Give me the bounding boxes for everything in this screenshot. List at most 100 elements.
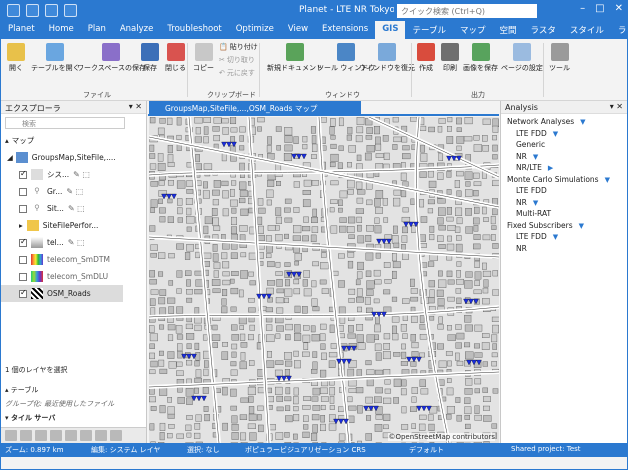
map-canvas[interactable] <box>149 117 499 443</box>
undo-icon[interactable] <box>45 4 58 17</box>
status-zoom[interactable]: ズーム: 0.897 km <box>5 445 64 455</box>
save-icon[interactable] <box>26 4 39 17</box>
arrow-down-icon[interactable]: ▼ <box>580 118 585 126</box>
analysis-item[interactable]: LTE FDD ▼ <box>501 232 627 244</box>
tool-icon[interactable] <box>5 430 17 441</box>
layer-checkbox[interactable] <box>19 272 27 281</box>
analysis-item[interactable]: LTE FDD <box>501 186 627 198</box>
edit-pencil-icon[interactable]: ✎ ⬚ <box>66 187 83 196</box>
analysis-category[interactable]: Fixed Subscribers ▼ <box>501 221 627 233</box>
analysis-item[interactable]: NR <box>501 244 627 256</box>
edit-pencil-icon[interactable]: ✎ ⬚ <box>73 170 90 179</box>
layer-row[interactable]: ⚲ Gr... ✎ ⬚ <box>1 183 146 200</box>
map-document-tab[interactable]: GroupsMap,SiteFile,...,OSM_Roads マップ <box>149 101 361 115</box>
tool-icon[interactable] <box>20 430 32 441</box>
tab-label[interactable]: ラベル <box>611 21 627 39</box>
tools-button[interactable]: ツール <box>549 43 570 73</box>
tab-style[interactable]: スタイル <box>563 21 611 39</box>
cell-site-marker[interactable] <box>256 293 272 300</box>
panel-close-icon[interactable]: ▾ ✕ <box>610 102 623 111</box>
undo-button[interactable]: ↶ 元に戻す <box>219 68 255 78</box>
tool-icon[interactable] <box>80 430 92 441</box>
cell-site-marker[interactable] <box>406 356 422 363</box>
arrow-down-icon[interactable]: ▼ <box>533 153 538 161</box>
tree-section-table[interactable]: ▴ テーブル <box>1 383 146 397</box>
tree-section-tile-server[interactable]: ▾ タイル サーバ <box>1 411 146 425</box>
open-button[interactable]: 開く <box>7 43 25 73</box>
maximize-button[interactable]: □ <box>595 3 604 14</box>
cut-button[interactable]: ✂ 切り取り <box>219 55 255 65</box>
print-button[interactable]: 印刷 <box>441 43 459 73</box>
tool-icon[interactable] <box>95 430 107 441</box>
tab-gis[interactable]: GIS <box>375 21 406 39</box>
layer-row[interactable]: tel... ✎ ⬚ <box>1 234 146 251</box>
arrow-down-icon[interactable]: ▼ <box>553 130 558 138</box>
cell-site-marker[interactable] <box>416 405 432 412</box>
copy-button[interactable]: コピー <box>193 43 214 73</box>
tool-icon[interactable] <box>65 430 77 441</box>
cell-site-marker[interactable] <box>333 418 349 425</box>
create-pdf-button[interactable]: 作成 <box>417 43 435 73</box>
layer-checkbox[interactable] <box>19 169 27 179</box>
cell-site-marker[interactable] <box>191 395 207 402</box>
new-document-button[interactable]: 新規ドキュメント <box>267 43 323 73</box>
layer-row[interactable]: ⚲ Sit... ✎ ⬚ <box>1 200 146 217</box>
tab-extensions[interactable]: Extensions <box>315 21 375 39</box>
tab-view[interactable]: View <box>281 21 315 39</box>
analysis-item[interactable]: LTE FDD ▼ <box>501 129 627 141</box>
cell-site-marker[interactable] <box>403 221 419 228</box>
layer-checkbox[interactable] <box>19 237 27 247</box>
status-selection[interactable]: 選択: なし <box>187 445 220 455</box>
save-workspace-button[interactable]: ワークスペースの保存 <box>77 43 146 73</box>
cell-site-marker[interactable] <box>221 141 237 148</box>
tool-icon[interactable] <box>35 430 47 441</box>
tab-optimize[interactable]: Optimize <box>229 21 281 39</box>
layer-checkbox[interactable] <box>19 204 27 213</box>
cell-site-marker[interactable] <box>363 405 379 412</box>
analysis-item[interactable]: NR ▼ <box>501 198 627 210</box>
layer-row[interactable]: telecom_SmDTM <box>1 251 146 268</box>
restore-window-button[interactable]: ウィンドウを復元 <box>359 43 415 73</box>
layer-checkbox[interactable] <box>19 288 27 298</box>
analysis-category[interactable]: Network Analyses ▼ <box>501 117 627 129</box>
cell-site-marker[interactable] <box>463 298 479 305</box>
layer-checkbox[interactable] <box>19 187 27 196</box>
arrow-down-icon[interactable]: ▼ <box>553 233 558 241</box>
analysis-item[interactable]: NR/LTE ▶ <box>501 163 627 175</box>
tool-icon[interactable] <box>50 430 62 441</box>
tab-troubleshoot[interactable]: Troubleshoot <box>160 21 228 39</box>
map-view[interactable]: ©OpenStreetMap contributors <box>149 117 499 443</box>
arrow-down-icon[interactable]: ▼ <box>533 199 538 207</box>
tab-planet[interactable]: Planet <box>1 21 42 39</box>
layer-row[interactable]: OSM_Roads <box>1 285 123 302</box>
tab-home[interactable]: Home <box>42 21 81 39</box>
redo-icon[interactable] <box>64 4 77 17</box>
analysis-item[interactable]: NR ▼ <box>501 152 627 164</box>
tab-analyze[interactable]: Analyze <box>113 21 161 39</box>
arrow-right-icon[interactable]: ▶ <box>548 164 553 172</box>
quick-search-input[interactable]: クイック検索 (Ctrl+Q) <box>397 4 537 18</box>
close-file-button[interactable]: 閉じる <box>165 43 186 73</box>
cell-site-marker[interactable] <box>341 345 357 352</box>
group-by-dropdown[interactable]: グループ化: 最近使用したファイル <box>1 397 146 411</box>
layer-row[interactable]: シス... ✎ ⬚ <box>1 166 146 183</box>
cell-site-marker[interactable] <box>181 353 197 360</box>
cell-site-marker[interactable] <box>291 153 307 160</box>
edit-pencil-icon[interactable]: ✎ ⬚ <box>68 238 85 247</box>
tab-raster[interactable]: ラスタ <box>524 21 563 39</box>
tree-section-map[interactable]: ▴ マップ <box>1 132 146 149</box>
save-button[interactable]: 保存 <box>141 43 159 73</box>
status-default[interactable]: デフォルト <box>409 445 444 455</box>
analysis-category[interactable]: Monte Carlo Simulations ▼ <box>501 175 627 187</box>
arrow-down-icon[interactable]: ▼ <box>579 222 584 230</box>
page-setup-button[interactable]: ページの設定 <box>501 43 543 73</box>
analysis-item[interactable]: Multi-RAT <box>501 209 627 221</box>
close-button[interactable]: ✕ <box>615 3 623 14</box>
cell-site-marker[interactable] <box>286 271 302 278</box>
layer-row[interactable]: ▸ SiteFilePerfor... <box>1 217 146 234</box>
tool-icon[interactable] <box>110 430 122 441</box>
tab-table[interactable]: テーブル <box>405 21 453 39</box>
save-image-button[interactable]: 画像を保存 <box>463 43 498 73</box>
explorer-search-input[interactable]: 検索 <box>5 117 125 129</box>
arrow-down-icon[interactable]: ▼ <box>605 176 610 184</box>
